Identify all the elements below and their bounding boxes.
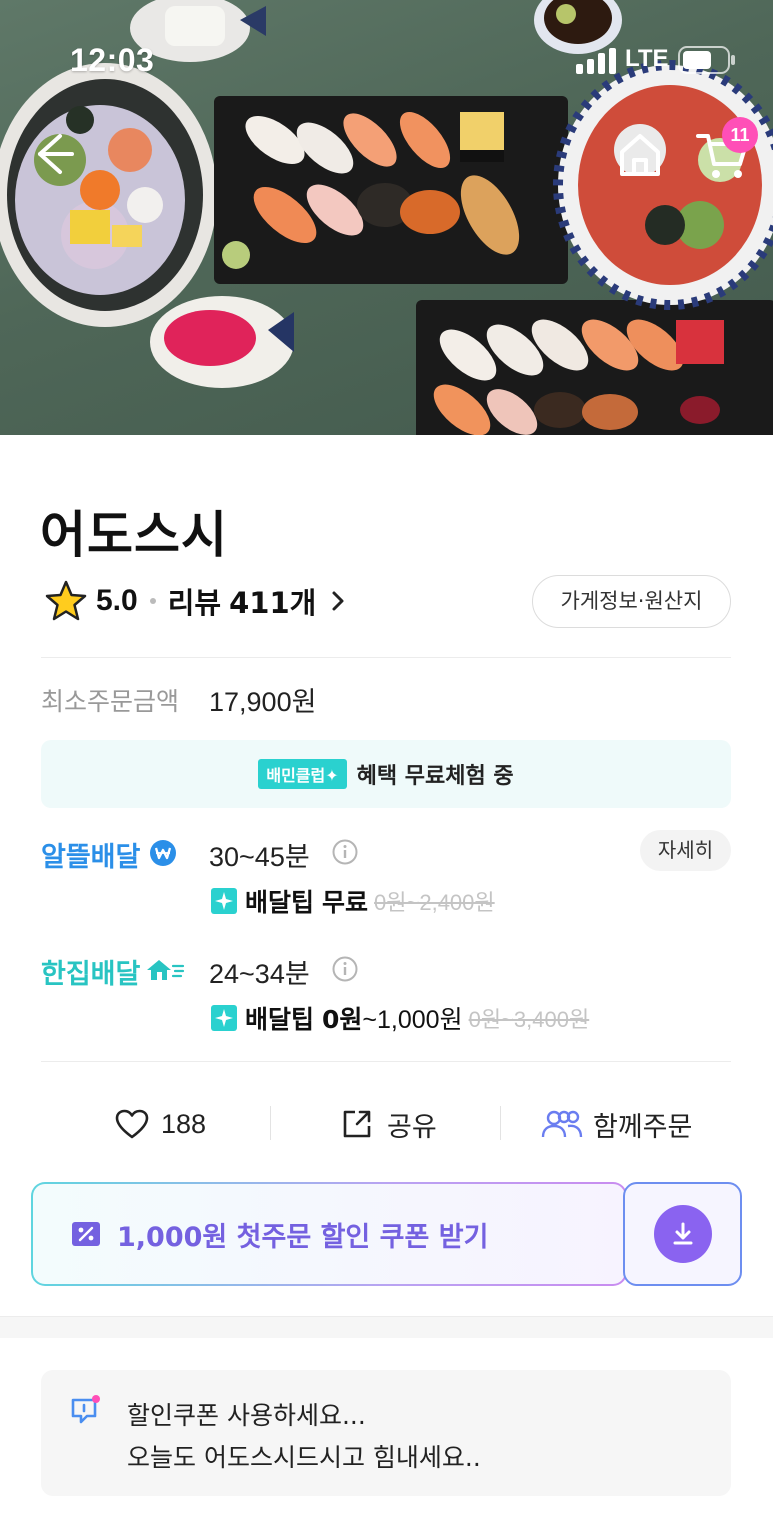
section-gap xyxy=(0,1316,773,1338)
delivery-name: 알뜰배달 xyxy=(41,842,141,873)
review-count: 411개 xyxy=(229,586,317,620)
signal-icon xyxy=(576,48,616,74)
hero-image: 12:03 LTE 11 xyxy=(0,0,773,435)
star-icon xyxy=(45,580,87,621)
notice-line-1: 할인쿠폰 사용하세요... xyxy=(127,1401,366,1430)
download-circle xyxy=(653,1205,712,1263)
divider xyxy=(41,657,731,658)
delivery-name: 한집배달 xyxy=(41,959,141,990)
club-sparkle-icon xyxy=(211,888,237,914)
coupon-icon xyxy=(72,1222,100,1246)
house-speed-icon xyxy=(147,960,185,980)
chevron-right-icon xyxy=(332,591,344,611)
tip-extra: ~1,000원 xyxy=(362,1006,463,1034)
baemin-club-banner[interactable]: 배민클럽✦ 혜택 무료체험 중 xyxy=(41,740,731,808)
group-order-button[interactable]: 함께주문 xyxy=(541,1100,692,1148)
delivery-detail-button[interactable]: 자세히 xyxy=(640,830,731,871)
coupon-banner[interactable]: 1,000원 첫주문 할인 쿠폰 받기 xyxy=(31,1182,627,1286)
tip-original-price: 0원~2,400원 xyxy=(374,890,495,915)
download-icon xyxy=(673,1222,692,1245)
group-people-icon xyxy=(541,1110,583,1138)
won-badge-icon xyxy=(150,840,176,866)
home-icon[interactable] xyxy=(612,126,668,182)
action-row: 188 공유 함께주문 xyxy=(41,1100,731,1148)
info-icon[interactable] xyxy=(332,839,358,865)
separator-dot xyxy=(149,598,156,604)
notice-chat-icon xyxy=(71,1395,100,1424)
coupon-download-button[interactable] xyxy=(623,1182,742,1286)
delivery-tip-row: 배달팁 무료 0원~2,400원 xyxy=(211,883,495,919)
min-order-row: 최소주문금액 17,900원 xyxy=(41,680,316,719)
tip-label: 배달팁 xyxy=(245,1005,315,1034)
divider xyxy=(41,1061,731,1062)
back-arrow-icon[interactable] xyxy=(28,130,76,178)
first-order-coupon: 1,000원 첫주문 할인 쿠폰 받기 xyxy=(31,1182,742,1286)
store-name: 어도스시 xyxy=(40,506,228,564)
notice-line-2: 오늘도 어도스시드시고 힘내세요.. xyxy=(127,1443,481,1472)
share-icon xyxy=(343,1110,371,1138)
delivery-time: 24~34분 xyxy=(209,959,310,989)
club-sparkle-icon xyxy=(211,1005,237,1031)
baemin-club-tag: 배민클럽✦ xyxy=(258,759,347,789)
coupon-text: 1,000원 첫주문 할인 쿠폰 받기 xyxy=(117,1221,489,1253)
action-separator xyxy=(500,1106,501,1140)
battery-icon xyxy=(678,46,735,74)
group-order-label: 함께주문 xyxy=(593,1111,693,1143)
rating-review-row[interactable]: 5.0 리뷰 411개 xyxy=(44,578,350,624)
delivery-time: 30~45분 xyxy=(209,842,310,872)
rating-value: 5.0 xyxy=(96,584,138,617)
owner-notice[interactable]: 할인쿠폰 사용하세요... 오늘도 어도스시드시고 힘내세요.. xyxy=(41,1370,731,1496)
tip-label: 배달팁 xyxy=(245,888,315,917)
store-info-origin-button[interactable]: 가게정보·원산지 xyxy=(532,575,731,628)
baemin-club-text: 혜택 무료체험 중 xyxy=(356,764,514,789)
share-button[interactable]: 공유 xyxy=(341,1100,437,1148)
min-order-value: 17,900원 xyxy=(209,687,317,717)
cart-count-badge: 11 xyxy=(722,117,758,153)
share-label: 공유 xyxy=(387,1111,437,1143)
delivery-tip-row: 배달팁 0원 ~1,000원 0원~3,400원 xyxy=(211,1000,589,1036)
network-type: LTE xyxy=(625,45,669,72)
like-count: 188 xyxy=(161,1108,207,1139)
tip-price: 무료 xyxy=(322,888,369,917)
tip-price: 0원 xyxy=(322,1005,363,1034)
status-time: 12:03 xyxy=(70,42,155,78)
info-icon[interactable] xyxy=(332,956,358,982)
review-label: 리뷰 xyxy=(167,586,222,620)
heart-icon xyxy=(115,1109,149,1139)
status-bar: 12:03 LTE xyxy=(0,42,773,82)
min-order-label: 최소주문금액 xyxy=(41,686,180,716)
tip-original-price: 0원~3,400원 xyxy=(468,1007,590,1032)
like-button[interactable]: 188 xyxy=(115,1100,206,1148)
action-separator xyxy=(270,1106,271,1140)
